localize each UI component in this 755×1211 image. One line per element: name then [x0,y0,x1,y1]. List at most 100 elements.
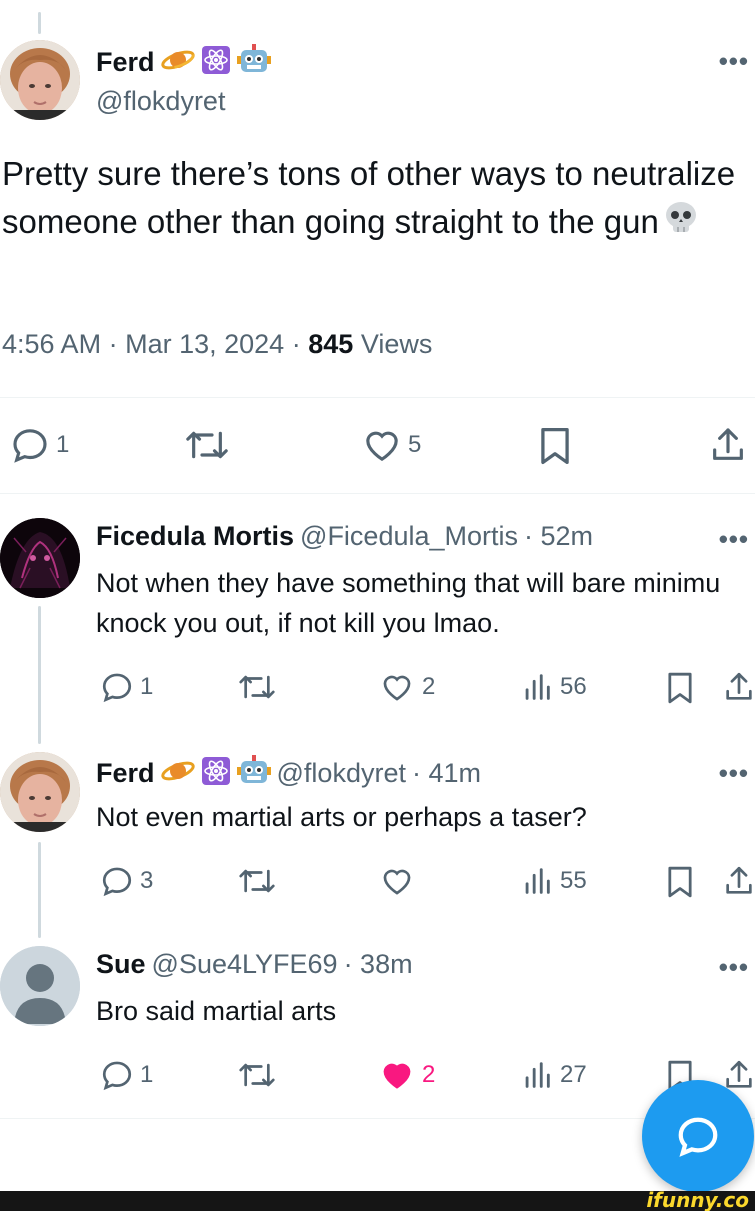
repost-icon [239,1063,275,1087]
share-button[interactable] [722,670,755,704]
bookmark-button[interactable] [536,425,574,467]
heart-icon [366,431,398,462]
like-button[interactable]: 5 [362,425,421,465]
share-icon [726,672,752,700]
share-button[interactable] [708,425,748,465]
tweet-time[interactable]: 4:56 AM [2,329,101,359]
heart-icon [383,675,411,701]
reply-text: Bro said martial arts [96,996,337,1026]
default-avatar-icon [0,946,80,1026]
share-button[interactable] [722,1058,755,1092]
thread-line-reply-2 [38,842,41,938]
like-button[interactable]: 2 [380,1058,435,1092]
more-options-icon[interactable]: ••• [719,524,749,555]
bookmark-icon [668,672,692,704]
views-count: 56 [560,673,587,700]
bookmark-icon [541,427,569,465]
analytics-icon [525,868,550,894]
more-options-icon[interactable]: ••• [719,758,749,789]
reply-icon [102,673,132,703]
avatar[interactable] [0,518,80,598]
avatar[interactable] [0,946,80,1026]
avatar-photo [0,518,80,598]
avatar-photo [0,40,80,120]
divider [0,1118,755,1119]
meta-separator: · [291,329,301,359]
atom-emoji-icon [201,45,231,80]
reply-button[interactable]: 1 [10,425,69,465]
robot-emoji-icon [236,755,271,792]
chat-bubble-icon [678,1117,718,1157]
repost-icon [239,675,275,699]
more-options-icon[interactable]: ••• [719,952,749,983]
planet-emoji-icon [160,47,195,78]
divider [0,493,755,494]
reply-button[interactable]: 3 [100,864,153,898]
bookmark-button[interactable] [664,670,696,706]
watermark-bar: ifunny.co [0,1188,755,1211]
tweet-date[interactable]: Mar 13, 2024 [125,329,284,359]
reply-time[interactable]: · 52m [524,521,593,552]
like-button[interactable]: 2 [380,670,435,704]
like-count: 2 [422,1061,436,1088]
thread-line-top [38,12,41,34]
reply-icon [102,867,132,897]
repost-button[interactable] [238,1058,276,1092]
bookmark-button[interactable] [664,864,696,900]
reply-header: Sue @Sue4LYFE69 · 38m [96,949,413,980]
share-button[interactable] [722,864,755,898]
heart-icon [383,869,411,895]
watermark: ifunny.co [646,1188,749,1211]
reply-button[interactable]: 1 [100,1058,153,1092]
reply-count: 3 [140,867,154,894]
author-handle[interactable]: @Sue4LYFE69 [152,949,338,980]
author-name[interactable]: Sue [96,949,146,980]
reply-text: Not even martial arts or perhaps a taser… [96,802,587,832]
repost-button[interactable] [185,425,229,465]
robot-emoji-icon [236,44,271,81]
repost-button[interactable] [238,670,276,704]
author-handle[interactable]: @flokdyret [96,86,225,117]
tweet-body: Pretty sure there’s tons of other ways t… [2,155,736,240]
views-button[interactable]: 55 [522,864,587,898]
views-count: 55 [560,867,587,894]
reply-header: Ficedula Mortis @Ficedula_Mortis · 52m [96,521,593,552]
share-icon [726,1060,752,1088]
share-icon [726,866,752,894]
reply-count: 1 [56,431,70,458]
like-count: 5 [408,431,422,458]
avatar-photo [0,752,80,832]
reply-time[interactable]: · 38m [344,949,413,980]
repost-button[interactable] [238,864,276,898]
author-name[interactable]: Ferd [96,758,155,789]
reply-button[interactable]: 1 [100,670,153,704]
skull-emoji-icon [663,200,699,249]
reply-text: Not when they have something that will b… [96,568,721,638]
planet-emoji-icon [160,758,195,789]
repost-icon [186,431,228,459]
atom-emoji-icon [201,756,231,791]
tweet-text: Pretty sure there’s tons of other ways t… [2,150,752,249]
avatar[interactable] [0,752,80,832]
analytics-icon [525,674,550,700]
author-name[interactable]: Ferd [96,47,155,78]
reply-time[interactable]: · 41m [412,758,481,789]
reply-count: 1 [140,673,154,700]
views-button[interactable]: 56 [522,670,587,704]
views-label: Views [360,329,433,359]
author-handle[interactable]: @flokdyret [277,758,406,789]
more-options-icon[interactable]: ••• [719,46,749,77]
views-button[interactable]: 27 [522,1058,587,1092]
views-count: 845 [308,329,354,359]
floating-action-button[interactable] [642,1080,754,1192]
reply-icon [13,429,47,463]
thread-line-reply-1 [38,606,41,744]
author-handle[interactable]: @Ficedula_Mortis [300,521,518,552]
avatar[interactable] [0,40,80,120]
meta-separator: · [108,329,118,359]
analytics-icon [525,1062,550,1088]
reply-icon [102,1061,132,1091]
like-button[interactable] [380,864,422,898]
author-row: Ferd [96,44,271,81]
author-name[interactable]: Ficedula Mortis [96,521,294,552]
